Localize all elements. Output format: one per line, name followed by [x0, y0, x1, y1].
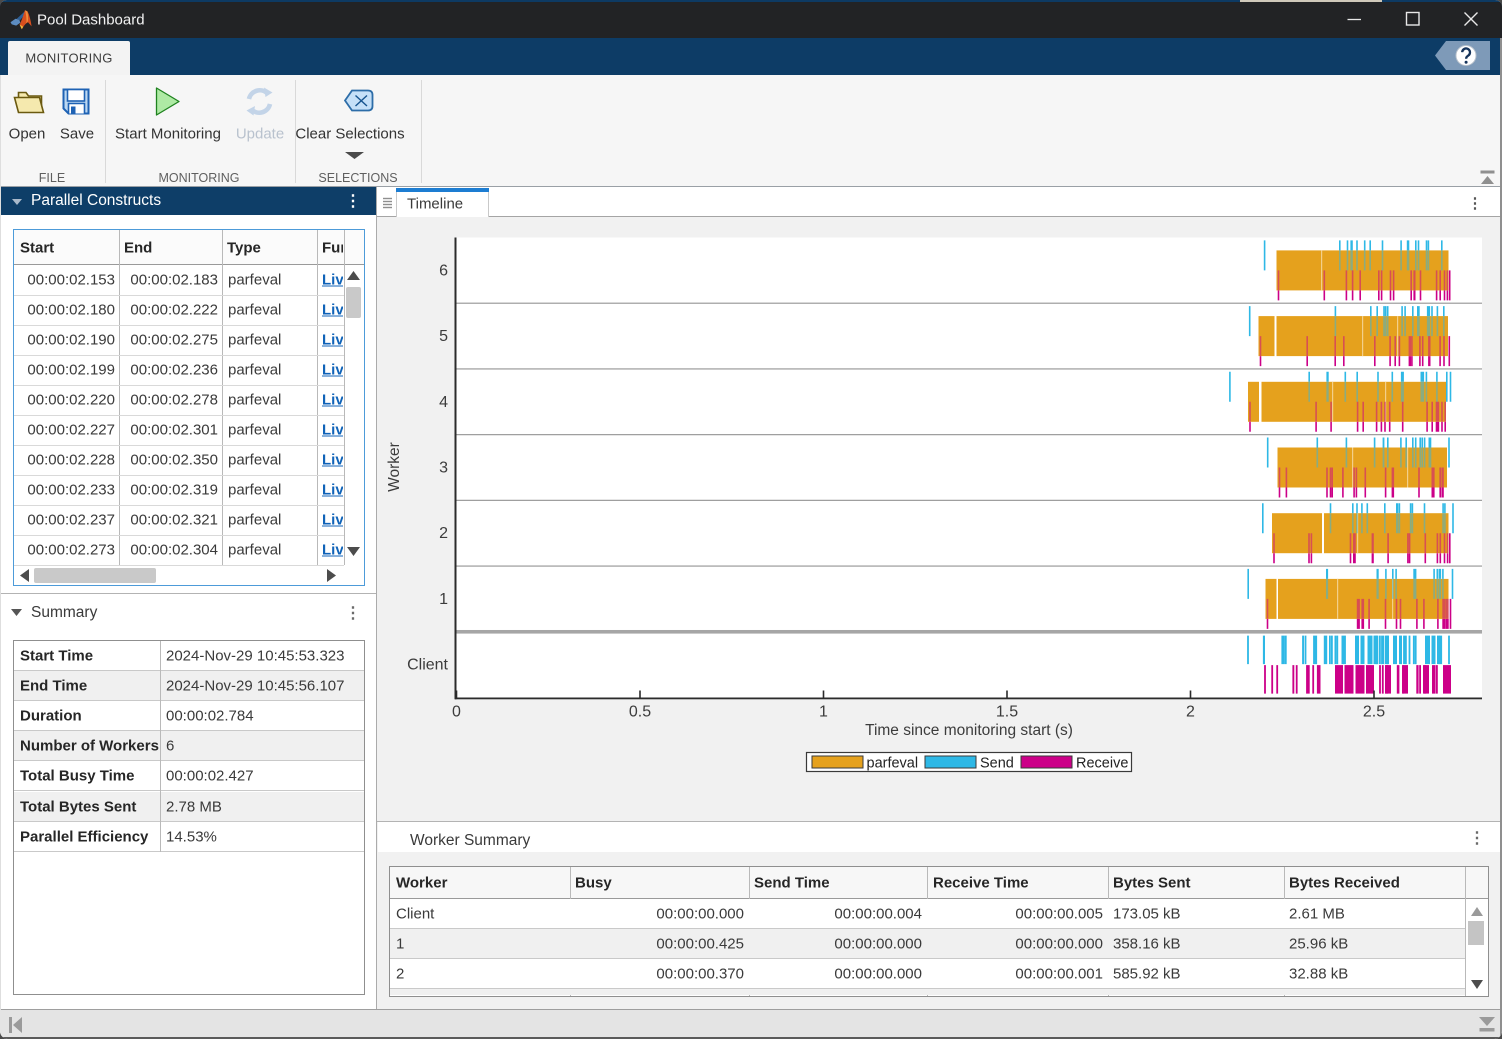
- svg-text:parfeval: parfeval: [867, 756, 919, 772]
- svg-text:Client: Client: [407, 657, 448, 674]
- svg-text:1.5: 1.5: [996, 704, 1018, 721]
- svg-text:1: 1: [439, 591, 448, 608]
- svg-text:Worker: Worker: [386, 442, 403, 492]
- svg-text:Receive: Receive: [1076, 756, 1128, 772]
- svg-text:1: 1: [819, 704, 828, 721]
- svg-text:2.5: 2.5: [1363, 704, 1385, 721]
- svg-text:4: 4: [439, 394, 448, 411]
- svg-text:3: 3: [439, 460, 448, 477]
- svg-text:2: 2: [1186, 704, 1195, 721]
- svg-text:Time since monitoring start (s: Time since monitoring start (s): [865, 722, 1073, 739]
- svg-text:6: 6: [439, 262, 448, 279]
- svg-text:0: 0: [452, 704, 461, 721]
- svg-text:2: 2: [439, 525, 448, 542]
- svg-text:Send: Send: [980, 756, 1014, 772]
- svg-text:5: 5: [439, 328, 448, 345]
- svg-text:0.5: 0.5: [629, 704, 651, 721]
